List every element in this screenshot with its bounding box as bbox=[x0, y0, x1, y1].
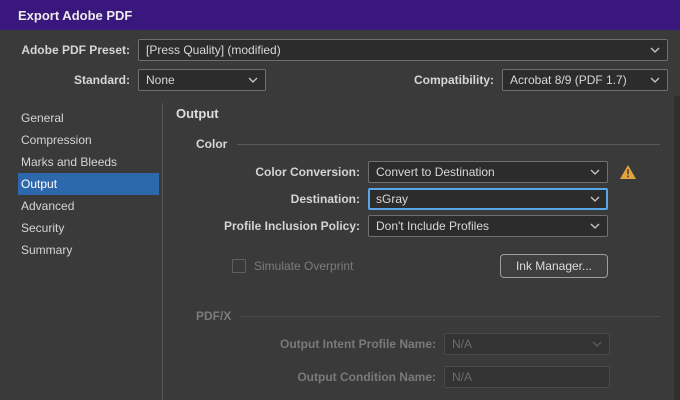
dialog-titlebar[interactable]: Export Adobe PDF bbox=[0, 0, 680, 30]
sidebar-item-label: Output bbox=[21, 177, 58, 191]
sections-list: General Compression Marks and Bleeds Out… bbox=[18, 107, 159, 261]
group-divider bbox=[237, 143, 660, 145]
preset-value: [Press Quality] (modified) bbox=[146, 43, 281, 57]
chevron-down-icon bbox=[592, 341, 602, 347]
output-intent-label: Output Intent Profile Name: bbox=[280, 337, 436, 351]
color-conversion-value: Convert to Destination bbox=[376, 165, 495, 179]
profile-policy-value: Don't Include Profiles bbox=[376, 219, 490, 233]
pdfx-group-title: PDF/X bbox=[196, 309, 232, 323]
output-condition-label: Output Condition Name: bbox=[297, 370, 436, 384]
simulate-overprint-label: Simulate Overprint bbox=[254, 259, 354, 273]
color-group-header: Color bbox=[176, 137, 660, 151]
standard-label: Standard: bbox=[73, 73, 130, 87]
destination-select[interactable]: sGray bbox=[368, 188, 608, 210]
preset-select[interactable]: [Press Quality] (modified) bbox=[138, 39, 668, 61]
color-group-title: Color bbox=[196, 137, 228, 151]
sidebar-item-summary[interactable]: Summary bbox=[18, 239, 159, 261]
color-conversion-row: Color Conversion: Convert to Destination bbox=[176, 161, 660, 183]
simulate-overprint-checkbox bbox=[232, 259, 246, 273]
sidebar-item-marks-and-bleeds[interactable]: Marks and Bleeds bbox=[18, 151, 159, 173]
group-divider bbox=[241, 315, 660, 317]
color-group: Color Color Conversion: Convert to Desti… bbox=[176, 137, 660, 278]
sidebar-item-label: Marks and Bleeds bbox=[21, 155, 118, 169]
sidebar-item-output[interactable]: Output bbox=[18, 173, 159, 195]
preset-label: Adobe PDF Preset: bbox=[21, 43, 130, 57]
pdfx-group-header: PDF/X bbox=[176, 309, 660, 323]
export-adobe-pdf-dialog: Export Adobe PDF Adobe PDF Preset: [Pres… bbox=[0, 0, 680, 400]
standard-value: None bbox=[146, 73, 175, 87]
destination-label: Destination: bbox=[290, 192, 360, 206]
panel-title: Output bbox=[176, 106, 219, 121]
overprint-button-row: Simulate Overprint Ink Manager... bbox=[176, 254, 660, 278]
preset-row: Adobe PDF Preset: [Press Quality] (modif… bbox=[18, 39, 668, 61]
chevron-down-icon bbox=[650, 47, 660, 53]
output-intent-select: N/A bbox=[444, 333, 610, 355]
profile-policy-row: Profile Inclusion Policy: Don't Include … bbox=[176, 215, 660, 237]
warning-icon bbox=[620, 165, 636, 179]
ink-manager-button[interactable]: Ink Manager... bbox=[499, 254, 608, 278]
destination-row: Destination: sGray bbox=[176, 188, 660, 210]
output-panel: Output Color Color Conversion: Convert t… bbox=[176, 106, 660, 399]
sidebar-item-compression[interactable]: Compression bbox=[18, 129, 159, 151]
profile-policy-label: Profile Inclusion Policy: bbox=[223, 219, 360, 233]
standard-row: Standard: None Compatibility: Acrobat 8/… bbox=[18, 69, 668, 91]
sidebar-item-general[interactable]: General bbox=[18, 107, 159, 129]
sidebar-item-security[interactable]: Security bbox=[18, 217, 159, 239]
sidebar-divider bbox=[162, 103, 163, 400]
profile-policy-select[interactable]: Don't Include Profiles bbox=[368, 215, 608, 237]
destination-value: sGray bbox=[376, 192, 409, 206]
standard-select[interactable]: None bbox=[138, 69, 266, 91]
color-conversion-label: Color Conversion: bbox=[255, 165, 360, 179]
dialog-title: Export Adobe PDF bbox=[18, 7, 133, 23]
chevron-down-icon bbox=[650, 77, 660, 83]
chevron-down-icon bbox=[590, 169, 600, 175]
color-conversion-select[interactable]: Convert to Destination bbox=[368, 161, 608, 183]
chevron-down-icon bbox=[248, 77, 258, 83]
output-condition-field: N/A bbox=[444, 366, 610, 388]
pdfx-group: PDF/X Output Intent Profile Name: N/A Ou… bbox=[176, 309, 660, 388]
chevron-down-icon bbox=[590, 196, 600, 202]
output-intent-value: N/A bbox=[452, 337, 473, 351]
output-intent-row: Output Intent Profile Name: N/A bbox=[176, 333, 660, 355]
compatibility-label: Compatibility: bbox=[414, 73, 494, 87]
compatibility-value: Acrobat 8/9 (PDF 1.7) bbox=[510, 73, 627, 87]
output-condition-value: N/A bbox=[452, 370, 473, 384]
output-condition-row: Output Condition Name: N/A bbox=[176, 366, 660, 388]
sidebar-item-label: Security bbox=[21, 221, 65, 235]
sidebar-item-label: Advanced bbox=[21, 199, 75, 213]
sidebar-item-label: Compression bbox=[21, 133, 92, 147]
panel-right-edge bbox=[674, 96, 680, 400]
compatibility-select[interactable]: Acrobat 8/9 (PDF 1.7) bbox=[502, 69, 668, 91]
chevron-down-icon bbox=[590, 223, 600, 229]
sidebar-item-label: Summary bbox=[21, 243, 73, 257]
sidebar-item-advanced[interactable]: Advanced bbox=[18, 195, 159, 217]
sidebar-item-label: General bbox=[21, 111, 64, 125]
